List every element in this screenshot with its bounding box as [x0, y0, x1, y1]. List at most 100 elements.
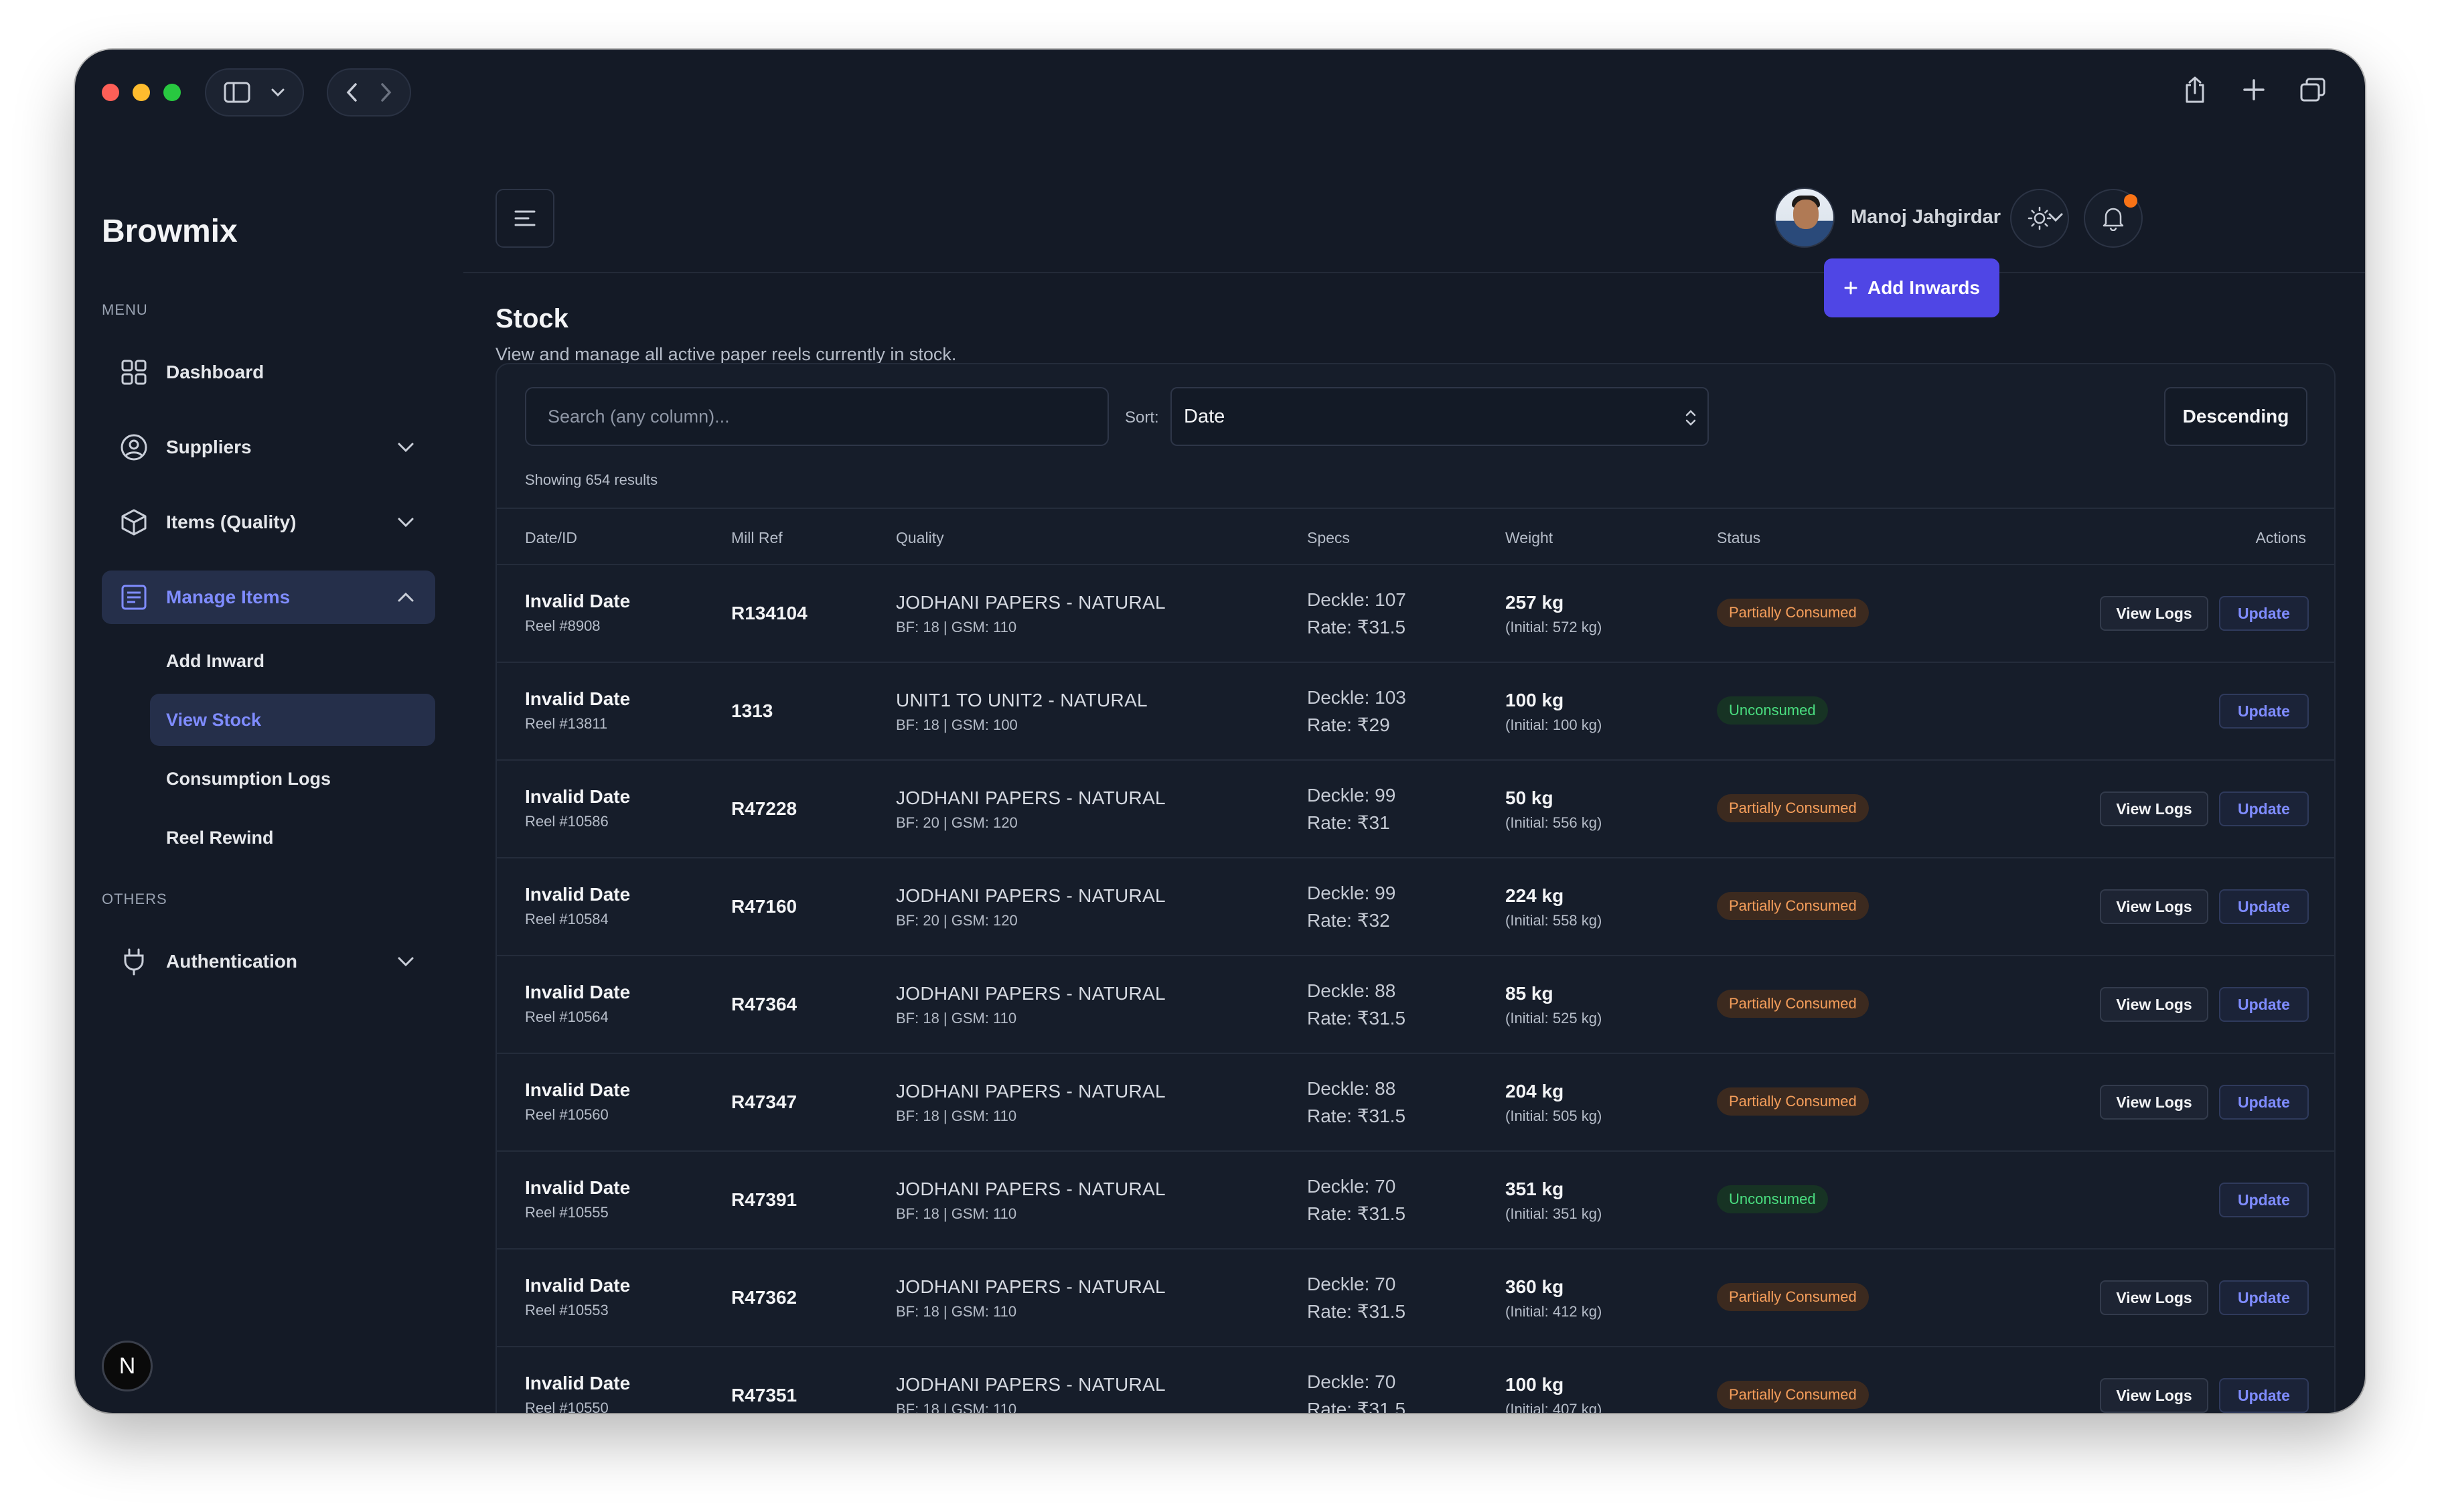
view-logs-button[interactable]: View Logs: [2100, 889, 2208, 924]
table-row[interactable]: Invalid Date Reel #10586 R47228 JODHANI PAP…: [497, 761, 2334, 858]
page-title: Stock: [495, 304, 568, 333]
back-arrow-icon[interactable]: [346, 82, 359, 102]
row-date: Invalid Date: [525, 1275, 631, 1296]
update-button[interactable]: Update: [2219, 1085, 2309, 1120]
sidebar-subitem-add-inward[interactable]: Add Inward: [150, 635, 435, 687]
close-window-button[interactable]: [102, 84, 119, 101]
share-icon[interactable]: [2175, 70, 2215, 110]
status-badge: Partially Consumed: [1717, 794, 1869, 822]
row-mill-ref: R134104: [731, 603, 808, 623]
sort-order-button[interactable]: Descending: [2164, 387, 2307, 446]
zoom-window-button[interactable]: [163, 84, 181, 101]
status-badge: Partially Consumed: [1717, 1283, 1869, 1311]
forward-arrow-icon[interactable]: [379, 82, 392, 102]
column-header-specs[interactable]: Specs: [1307, 529, 1350, 547]
column-header-mill-ref[interactable]: Mill Ref: [731, 529, 783, 547]
sidebar-subitem-view-stock[interactable]: View Stock: [150, 694, 435, 746]
sidebar-item-label: Authentication: [166, 951, 297, 972]
table-row[interactable]: Invalid Date Reel #13811 1313 UNIT1 TO UNIT…: [497, 663, 2334, 761]
row-rate: Rate: ₹31.5: [1307, 1203, 1406, 1224]
sidebar-item-manage-items[interactable]: Manage Items: [102, 571, 435, 624]
row-reel-id: Reel #10564: [525, 1008, 609, 1025]
sort-select[interactable]: Date: [1170, 387, 1709, 446]
view-logs-button[interactable]: View Logs: [2100, 1280, 2208, 1315]
status-badge: Partially Consumed: [1717, 892, 1869, 920]
column-header-weight[interactable]: Weight: [1505, 529, 1553, 547]
update-button[interactable]: Update: [2219, 1280, 2309, 1315]
table-header: Date/ID Mill Ref Quality Specs Weight St…: [497, 508, 2334, 565]
update-button[interactable]: Update: [2219, 987, 2309, 1022]
column-header-quality[interactable]: Quality: [896, 529, 944, 547]
row-initial-weight: (Initial: 100 kg): [1505, 716, 1602, 733]
row-date: Invalid Date: [525, 884, 631, 905]
row-rate: Rate: ₹31: [1307, 812, 1390, 833]
table-row[interactable]: Invalid Date Reel #10584 R47160 JODHANI PAP…: [497, 858, 2334, 956]
update-button[interactable]: Update: [2219, 694, 2309, 729]
sidebar-subitem-reel-rewind[interactable]: Reel Rewind: [150, 812, 435, 864]
sidebar-item-label: Dashboard: [166, 362, 264, 382]
top-header: Manoj Jahgirdar: [463, 119, 2365, 273]
view-logs-button[interactable]: View Logs: [2100, 987, 2208, 1022]
table-row[interactable]: Invalid Date Reel #8908 R134104 JODHANI PAP…: [497, 565, 2334, 663]
update-button[interactable]: Update: [2219, 596, 2309, 631]
update-button[interactable]: Update: [2219, 1378, 2309, 1413]
row-rate: Rate: ₹31.5: [1307, 1399, 1406, 1413]
row-reel-id: Reel #10584: [525, 911, 609, 927]
status-badge: Partially Consumed: [1717, 1087, 1869, 1116]
page-subtitle: View and manage all active paper reels c…: [495, 344, 957, 364]
browser-toolbar-left: [102, 66, 411, 119]
update-button[interactable]: Update: [2219, 791, 2309, 826]
notifications-button[interactable]: [2084, 189, 2143, 248]
sidebar-item-dashboard[interactable]: Dashboard: [102, 346, 435, 399]
chevron-down-icon: [395, 512, 416, 533]
sidebar-item-suppliers[interactable]: Suppliers: [102, 421, 435, 474]
view-logs-button[interactable]: View Logs: [2100, 1378, 2208, 1413]
minimize-window-button[interactable]: [133, 84, 150, 101]
sidebar-item-items-quality[interactable]: Items (Quality): [102, 496, 435, 549]
row-reel-id: Reel #10550: [525, 1400, 609, 1413]
row-rate: Rate: ₹31.5: [1307, 1106, 1406, 1126]
column-header-status[interactable]: Status: [1717, 529, 1760, 547]
status-badge: Partially Consumed: [1717, 599, 1869, 627]
brand-logo: Browmix: [102, 214, 238, 249]
search-input[interactable]: Search (any column)...: [525, 387, 1109, 446]
new-tab-icon[interactable]: [2234, 70, 2274, 110]
table-row[interactable]: Invalid Date Reel #10560 R47347 JODHANI PAP…: [497, 1054, 2334, 1152]
column-header-date-id[interactable]: Date/ID: [525, 529, 577, 547]
view-logs-button[interactable]: View Logs: [2100, 596, 2208, 631]
row-bf-gsm: BF: 18 | GSM: 110: [896, 619, 1017, 635]
dev-tools-badge[interactable]: N: [102, 1341, 153, 1391]
table-row[interactable]: Invalid Date Reel #10553 R47362 JODHANI PAP…: [497, 1250, 2334, 1347]
menu-toggle-button[interactable]: [495, 189, 554, 248]
row-date: Invalid Date: [525, 1177, 631, 1198]
chevron-down-icon[interactable]: [2046, 208, 2065, 226]
user-name[interactable]: Manoj Jahgirdar: [1851, 206, 2001, 228]
update-button[interactable]: Update: [2219, 889, 2309, 924]
sidebar-subitem-consumption-logs[interactable]: Consumption Logs: [150, 753, 435, 805]
column-header-actions: Actions: [2255, 529, 2306, 546]
row-initial-weight: (Initial: 412 kg): [1505, 1303, 1602, 1320]
table-row[interactable]: Invalid Date Reel #10550 R47351 JODHANI PAP…: [497, 1347, 2334, 1413]
history-nav-pill: [327, 68, 411, 117]
table-row[interactable]: Invalid Date Reel #10555 R47391 JODHANI PAP…: [497, 1152, 2334, 1250]
menu-section-label: MENU: [102, 301, 148, 318]
row-weight: 360 kg: [1505, 1276, 1564, 1297]
tab-overview-icon[interactable]: [2293, 70, 2333, 110]
avatar[interactable]: [1774, 187, 1835, 248]
view-logs-button[interactable]: View Logs: [2100, 1085, 2208, 1120]
row-weight: 85 kg: [1505, 983, 1553, 1004]
view-logs-button[interactable]: View Logs: [2100, 791, 2208, 826]
sidebar-item-authentication[interactable]: Authentication: [102, 935, 435, 988]
stock-table-card: Search (any column)... Sort: Date Descen…: [495, 363, 2336, 1413]
table-row[interactable]: Invalid Date Reel #10564 R47364 JODHANI PAP…: [497, 956, 2334, 1054]
status-badge: Partially Consumed: [1717, 1381, 1869, 1409]
row-quality: JODHANI PAPERS - NATURAL: [896, 1081, 1166, 1102]
sidebar-toggle-pill[interactable]: [205, 68, 304, 117]
chevron-down-icon: [395, 951, 416, 972]
update-button[interactable]: Update: [2219, 1183, 2309, 1217]
row-quality: JODHANI PAPERS - NATURAL: [896, 592, 1166, 613]
status-badge: Partially Consumed: [1717, 990, 1869, 1018]
row-deckle: Deckle: 99: [1307, 883, 1396, 903]
row-weight: 50 kg: [1505, 787, 1553, 808]
add-inwards-button[interactable]: Add Inwards: [1824, 258, 1999, 317]
